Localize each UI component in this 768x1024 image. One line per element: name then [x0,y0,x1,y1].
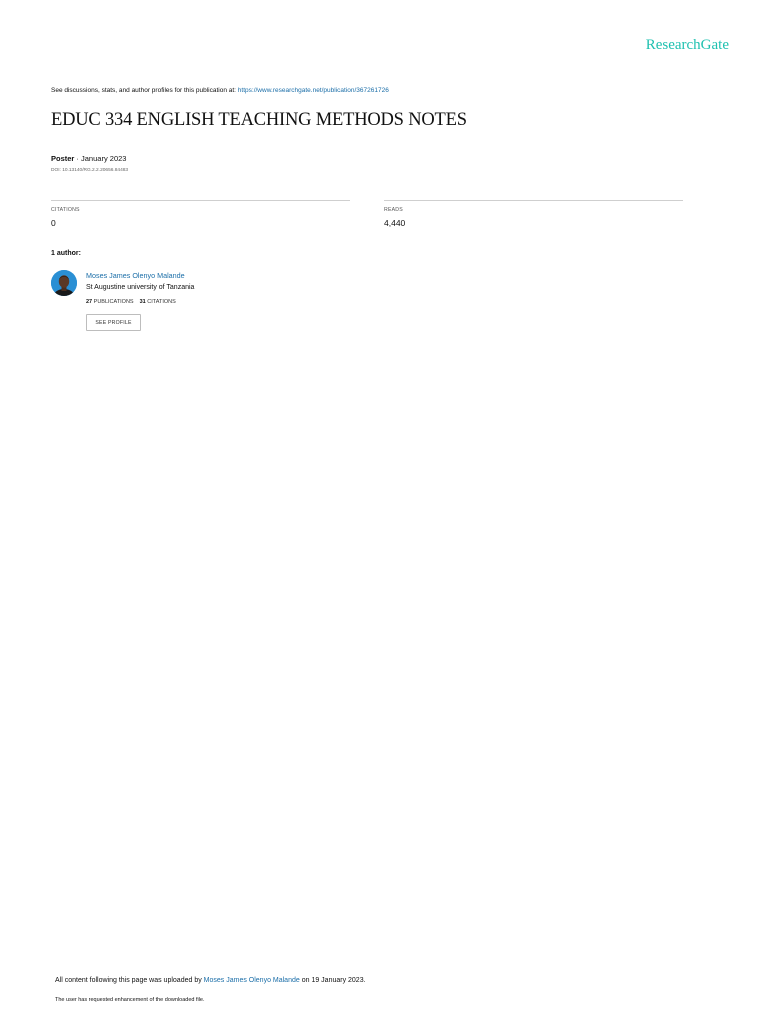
citations-divider [51,200,350,201]
citations-label: CITATIONS [51,207,80,213]
reads-value: 4,440 [384,218,406,228]
publication-meta: Poster · January 2023 [51,154,127,163]
publication-doi: DOI: 10.13140/RG.2.2.20656.84483 [51,168,129,173]
author-publications-count: 27 [86,299,93,305]
citations-value: 0 [51,218,56,228]
footer-uploaded-suffix: on 19 January 2023. [299,977,366,984]
publication-title: EDUC 334 ENGLISH TEACHING METHODS NOTES [51,110,467,130]
author-citations-label: CITATIONS [147,299,176,305]
publication-type: Poster [51,154,75,163]
author-institution: St Augustine university of Tanzania [86,284,195,291]
author-publications-label: PUBLICATIONS [93,299,134,305]
footer-uploaded-line: All content following this page was uplo… [55,977,366,984]
footer-uploaded-prefix: All content following this page was uplo… [55,977,204,984]
author-avatar[interactable] [51,270,77,296]
discussion-line: See discussions, stats, and author profi… [51,87,389,94]
avatar-portrait-icon [51,270,77,296]
see-profile-button[interactable]: SEE PROFILE [86,314,141,331]
publication-date: January 2023 [81,154,127,163]
author-name-link[interactable]: Moses James Olenyo Malande [86,271,185,280]
reads-divider [384,200,683,201]
footer-note: The user has requested enhancement of th… [55,997,205,1003]
author-citations-count: 31 [139,299,146,305]
author-stats: 27 PUBLICATIONS 31 CITATIONS [86,299,176,305]
discussion-prefix: See discussions, stats, and author profi… [51,87,238,94]
authors-heading: 1 author: [51,250,81,257]
reads-label: READS [384,207,403,213]
uploader-link[interactable]: Moses James Olenyo Malande [204,977,300,984]
researchgate-logo[interactable]: ResearchGate [646,37,729,54]
publication-link[interactable]: https://www.researchgate.net/publication… [238,87,389,94]
